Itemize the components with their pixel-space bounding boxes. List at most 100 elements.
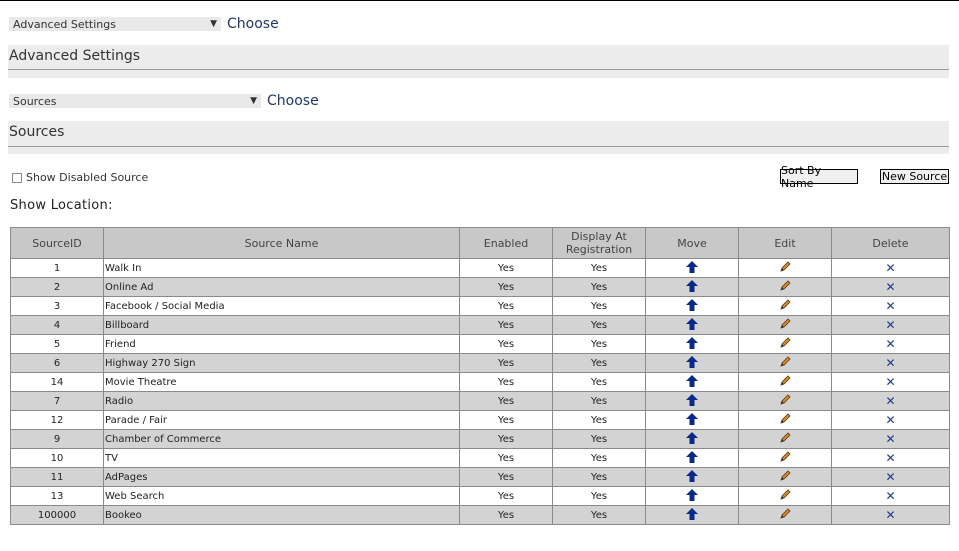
move-cell: [645, 486, 739, 506]
table-row: 11 AdPages Yes Yes ✕: [10, 467, 950, 487]
table-body: 1 Walk In Yes Yes ✕ 2 Online Ad Yes Yes ✕ 3 Faceboo…: [10, 258, 950, 525]
enabled-cell: Yes: [459, 505, 553, 525]
arrow-up-icon[interactable]: [686, 393, 698, 409]
move-cell: [645, 353, 739, 373]
table-row: 13 Web Search Yes Yes ✕: [10, 486, 950, 506]
edit-cell: [738, 505, 832, 525]
arrow-up-icon[interactable]: [686, 488, 698, 504]
source-id-cell: 7: [10, 391, 104, 411]
pencil-icon[interactable]: [779, 375, 791, 389]
source-name-cell: Web Search: [103, 486, 460, 506]
advanced-settings-title: Advanced Settings: [9, 48, 141, 64]
new-source-button[interactable]: New Source: [880, 169, 949, 184]
arrow-up-icon[interactable]: [686, 260, 698, 276]
source-id-cell: 14: [10, 372, 104, 392]
show-location-label: Show Location:: [10, 198, 113, 213]
close-icon[interactable]: ✕: [885, 433, 895, 445]
source-type-select[interactable]: Sources ▼: [9, 94, 261, 108]
pencil-icon[interactable]: [779, 299, 791, 313]
close-icon[interactable]: ✕: [885, 338, 895, 350]
dropdown-arrow-icon: ▼: [210, 19, 217, 29]
enabled-cell: Yes: [459, 277, 553, 297]
move-cell: [645, 258, 739, 278]
delete-cell: ✕: [831, 448, 950, 468]
edit-cell: [738, 353, 832, 373]
arrow-up-icon[interactable]: [686, 336, 698, 352]
arrow-up-icon[interactable]: [686, 355, 698, 371]
arrow-up-icon[interactable]: [686, 469, 698, 485]
settings-choose-link[interactable]: Choose: [227, 16, 279, 32]
table-row: 100000 Bookeo Yes Yes ✕: [10, 505, 950, 525]
dropdown-arrow-icon: ▼: [250, 96, 257, 106]
col-header-enabled: Enabled: [459, 227, 553, 259]
arrow-up-icon[interactable]: [686, 279, 698, 295]
sources-title: Sources: [9, 124, 65, 140]
close-icon[interactable]: ✕: [885, 376, 895, 388]
arrow-up-icon[interactable]: [686, 412, 698, 428]
pencil-icon[interactable]: [779, 413, 791, 427]
edit-cell: [738, 334, 832, 354]
arrow-up-icon[interactable]: [686, 317, 698, 333]
display-at-registration-cell: Yes: [552, 296, 646, 316]
source-name-cell: Parade / Fair: [103, 410, 460, 430]
close-icon[interactable]: ✕: [885, 395, 895, 407]
close-icon[interactable]: ✕: [885, 471, 895, 483]
edit-cell: [738, 467, 832, 487]
arrow-up-icon[interactable]: [686, 450, 698, 466]
pencil-icon[interactable]: [779, 470, 791, 484]
settings-select[interactable]: Advanced Settings ▼: [9, 17, 221, 31]
arrow-up-icon[interactable]: [686, 507, 698, 523]
arrow-up-icon[interactable]: [686, 374, 698, 390]
delete-cell: ✕: [831, 372, 950, 392]
arrow-up-icon[interactable]: [686, 298, 698, 314]
enabled-cell: Yes: [459, 391, 553, 411]
pencil-icon[interactable]: [779, 280, 791, 294]
close-icon[interactable]: ✕: [885, 509, 895, 521]
pencil-icon[interactable]: [779, 394, 791, 408]
pencil-icon[interactable]: [779, 489, 791, 503]
sources-table: SourceID Source Name Enabled Display At Reg…: [10, 227, 950, 525]
close-icon[interactable]: ✕: [885, 452, 895, 464]
move-cell: [645, 334, 739, 354]
close-icon[interactable]: ✕: [885, 319, 895, 331]
source-name-cell: Walk In: [103, 258, 460, 278]
pencil-icon[interactable]: [779, 432, 791, 446]
close-icon[interactable]: ✕: [885, 414, 895, 426]
arrow-up-icon[interactable]: [686, 431, 698, 447]
close-icon[interactable]: ✕: [885, 357, 895, 369]
source-id-cell: 9: [10, 429, 104, 449]
advanced-settings-divider: [8, 69, 949, 70]
close-icon[interactable]: ✕: [885, 490, 895, 502]
delete-cell: ✕: [831, 315, 950, 335]
show-disabled-checkbox[interactable]: [12, 172, 22, 183]
table-row: 14 Movie Theatre Yes Yes ✕: [10, 372, 950, 392]
close-icon[interactable]: ✕: [885, 262, 895, 274]
pencil-icon[interactable]: [779, 508, 791, 522]
pencil-icon[interactable]: [779, 356, 791, 370]
pencil-icon[interactable]: [779, 318, 791, 332]
delete-cell: ✕: [831, 296, 950, 316]
pencil-icon[interactable]: [779, 261, 791, 275]
move-cell: [645, 448, 739, 468]
enabled-cell: Yes: [459, 258, 553, 278]
enabled-cell: Yes: [459, 372, 553, 392]
pencil-icon[interactable]: [779, 451, 791, 465]
delete-cell: ✕: [831, 391, 950, 411]
sources-divider: [8, 146, 949, 147]
enabled-cell: Yes: [459, 486, 553, 506]
source-id-cell: 1: [10, 258, 104, 278]
source-choose-link[interactable]: Choose: [267, 93, 319, 109]
edit-cell: [738, 258, 832, 278]
move-cell: [645, 410, 739, 430]
source-id-cell: 4: [10, 315, 104, 335]
pencil-icon[interactable]: [779, 337, 791, 351]
col-header-display-at-registration: Display At Registration: [552, 227, 646, 259]
move-cell: [645, 391, 739, 411]
sort-by-name-button[interactable]: Sort By Name: [780, 164, 858, 190]
close-icon[interactable]: ✕: [885, 300, 895, 312]
edit-cell: [738, 277, 832, 297]
close-icon[interactable]: ✕: [885, 281, 895, 293]
edit-cell: [738, 410, 832, 430]
delete-cell: ✕: [831, 486, 950, 506]
col-header-delete: Delete: [831, 227, 950, 259]
